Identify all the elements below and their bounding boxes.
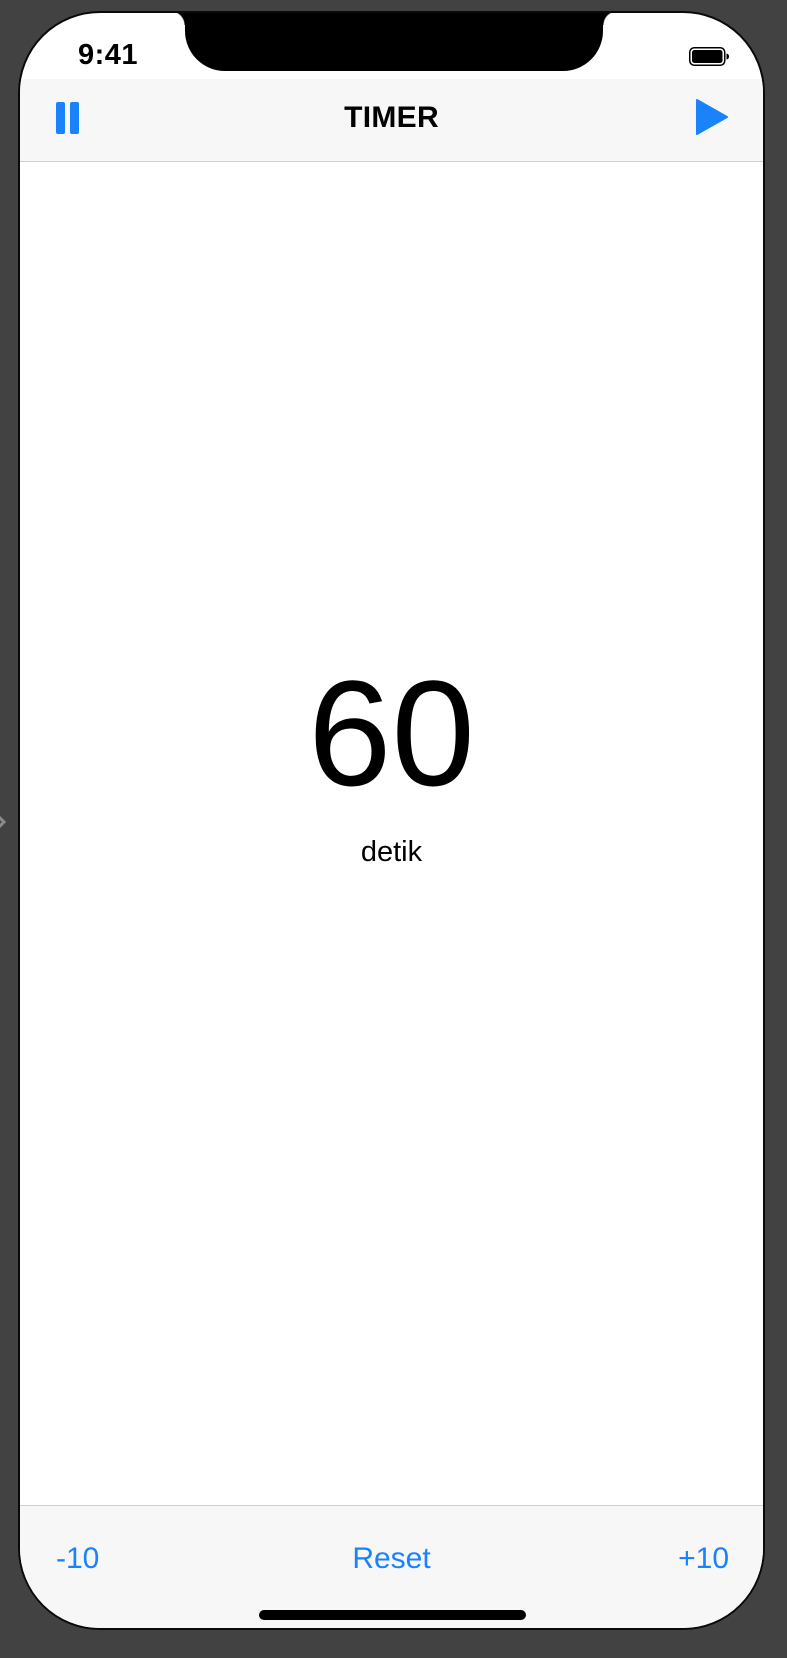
timer-value: 60 — [308, 649, 475, 817]
status-bar-time: 9:41 — [78, 39, 139, 71]
battery-full-icon — [689, 47, 729, 66]
plus-ten-button[interactable]: +10 — [678, 1542, 729, 1576]
reset-button[interactable]: Reset — [20, 1542, 763, 1576]
phone-screen: 9:41 TIMER 60 detik -10 Reset +10 — [18, 11, 765, 1630]
device-notch — [171, 13, 617, 71]
storyboard-entry-arrow-icon — [0, 815, 7, 829]
page-title: TIMER — [344, 101, 439, 134]
home-indicator[interactable] — [259, 1610, 526, 1620]
navigation-bar: TIMER — [20, 79, 763, 162]
play-icon[interactable] — [694, 97, 730, 137]
timer-unit-label: detik — [360, 836, 423, 868]
